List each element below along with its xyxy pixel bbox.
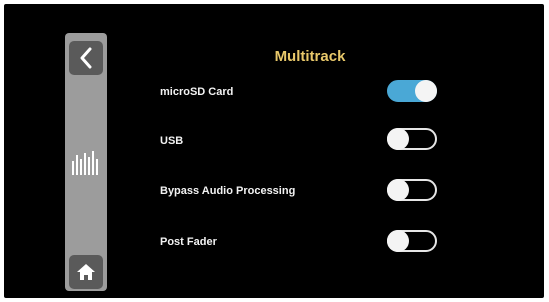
setting-label-microsd-card: microSD Card bbox=[160, 86, 234, 98]
toggle-bypass-audio-processing[interactable] bbox=[387, 179, 437, 201]
equalizer-bars-icon bbox=[72, 151, 98, 175]
back-button[interactable] bbox=[69, 41, 103, 75]
setting-label-post-fader: Post Fader bbox=[160, 236, 217, 248]
toggle-microsd-card[interactable] bbox=[387, 80, 437, 102]
page-title: Multitrack bbox=[274, 48, 346, 65]
toggle-post-fader[interactable] bbox=[387, 230, 437, 252]
toggle-usb[interactable] bbox=[387, 128, 437, 150]
toggle-knob bbox=[387, 230, 409, 252]
setting-label-bypass-audio-processing: Bypass Audio Processing bbox=[160, 185, 296, 197]
toggle-knob bbox=[415, 80, 437, 102]
home-button[interactable] bbox=[69, 255, 103, 289]
chevron-left-icon bbox=[80, 47, 92, 69]
toggle-knob bbox=[387, 128, 409, 150]
toggle-knob bbox=[387, 179, 409, 201]
home-icon bbox=[77, 264, 95, 280]
sidebar bbox=[65, 33, 107, 291]
setting-label-usb: USB bbox=[160, 135, 184, 147]
